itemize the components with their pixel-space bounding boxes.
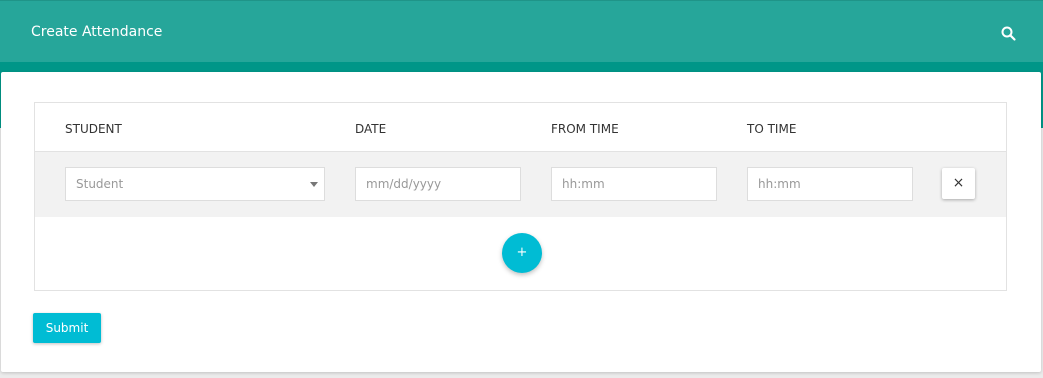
student-select[interactable]: Student [65, 167, 325, 201]
attendance-form-card: STUDENT DATE FROM TIME TO TIME Student ×… [1, 72, 1041, 372]
attendance-table: STUDENT DATE FROM TIME TO TIME Student ×… [34, 102, 1007, 291]
search-icon[interactable] [1000, 25, 1018, 43]
column-header-student: STUDENT [65, 122, 122, 136]
table-header: STUDENT DATE FROM TIME TO TIME [35, 103, 1006, 152]
column-header-to-time: TO TIME [747, 122, 797, 136]
app-header: Create Attendance [0, 0, 1043, 62]
chevron-down-icon [310, 182, 318, 187]
from-time-input[interactable] [551, 167, 717, 201]
plus-icon: + [516, 245, 528, 260]
student-select-placeholder: Student [76, 177, 124, 191]
column-header-from-time: FROM TIME [551, 122, 619, 136]
page-title: Create Attendance [31, 24, 163, 40]
remove-row-button[interactable]: × [942, 168, 975, 199]
table-row: Student × [35, 152, 1006, 217]
date-input[interactable] [355, 167, 521, 201]
add-row-button[interactable]: + [502, 233, 542, 273]
column-header-date: DATE [355, 122, 387, 136]
submit-button[interactable]: Submit [33, 313, 101, 343]
to-time-input[interactable] [747, 167, 913, 201]
close-icon: × [952, 175, 965, 191]
